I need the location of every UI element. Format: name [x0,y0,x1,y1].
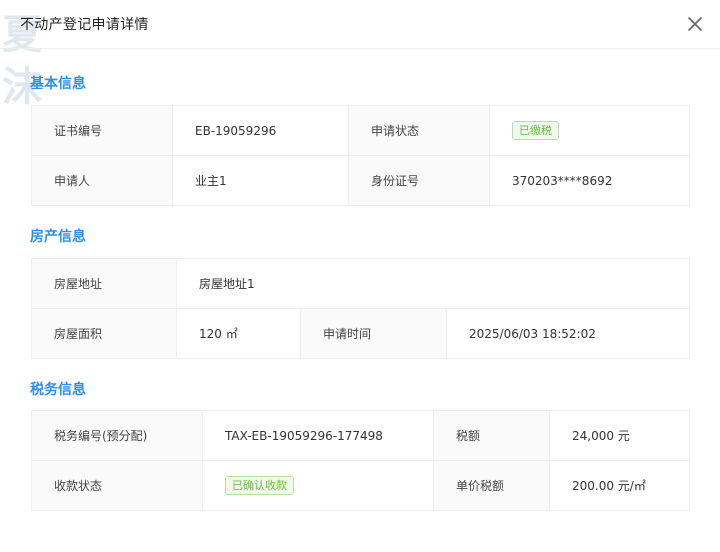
section-title-basic: 基本信息 [30,76,86,92]
table-row: 收款状态 已确认收款 单价税额 200.00 元/㎡ [31,460,690,511]
payment-status-label: 收款状态 [31,460,203,511]
detail-dialog: 夏 沫 mds 不动产登记申请详情 基本信息 证书编号 EB-19059296 … [0,0,720,552]
property-info-table: 房屋地址 房屋地址1 房屋面积 120 ㎡ 申请时间 2025/06/03 18… [31,258,691,359]
applicant-value: 业主1 [172,155,349,206]
section-title-tax: 税务信息 [30,382,86,398]
status-label: 申请状态 [348,105,490,156]
area-label: 房屋面积 [31,308,177,359]
basic-info-table: 证书编号 EB-19059296 申请状态 已缴税 申请人 业主1 身份证号 3… [31,105,690,206]
cert-no-value: EB-19059296 [172,105,349,156]
address-value: 房屋地址1 [175,258,691,309]
tax-amount-label: 税额 [433,410,550,461]
dialog-header: 不动产登记申请详情 [0,0,720,49]
unit-tax-label: 单价税额 [433,460,550,511]
status-cell: 已缴税 [489,105,690,156]
payment-status-cell: 已确认收款 [202,460,434,511]
apply-time-label: 申请时间 [300,308,447,359]
cert-no-label: 证书编号 [31,105,173,156]
table-row: 申请人 业主1 身份证号 370203****8692 [31,155,690,206]
address-label: 房屋地址 [31,258,177,309]
close-icon[interactable] [684,12,706,36]
unit-tax-value: 200.00 元/㎡ [549,460,690,511]
tax-no-value: TAX-EB-19059296-177498 [202,410,434,461]
dialog-title: 不动产登记申请详情 [20,17,149,33]
apply-time-value: 2025/06/03 18:52:02 [445,308,691,359]
id-label: 身份证号 [348,155,490,206]
applicant-label: 申请人 [31,155,173,206]
section-title-property: 房产信息 [30,229,86,245]
tax-info-table: 税务编号(预分配) TAX-EB-19059296-177498 税额 24,0… [31,410,690,511]
tax-no-label: 税务编号(预分配) [31,410,203,461]
table-row: 证书编号 EB-19059296 申请状态 已缴税 [31,105,690,156]
id-value: 370203****8692 [489,155,690,206]
status-badge: 已缴税 [512,121,559,140]
payment-status-badge: 已确认收款 [225,476,294,495]
tax-amount-value: 24,000 元 [549,410,690,461]
area-value: 120 ㎡ [176,308,301,359]
table-row: 房屋地址 房屋地址1 [31,258,691,309]
table-row: 房屋面积 120 ㎡ 申请时间 2025/06/03 18:52:02 [31,308,691,359]
table-row: 税务编号(预分配) TAX-EB-19059296-177498 税额 24,0… [31,410,690,461]
